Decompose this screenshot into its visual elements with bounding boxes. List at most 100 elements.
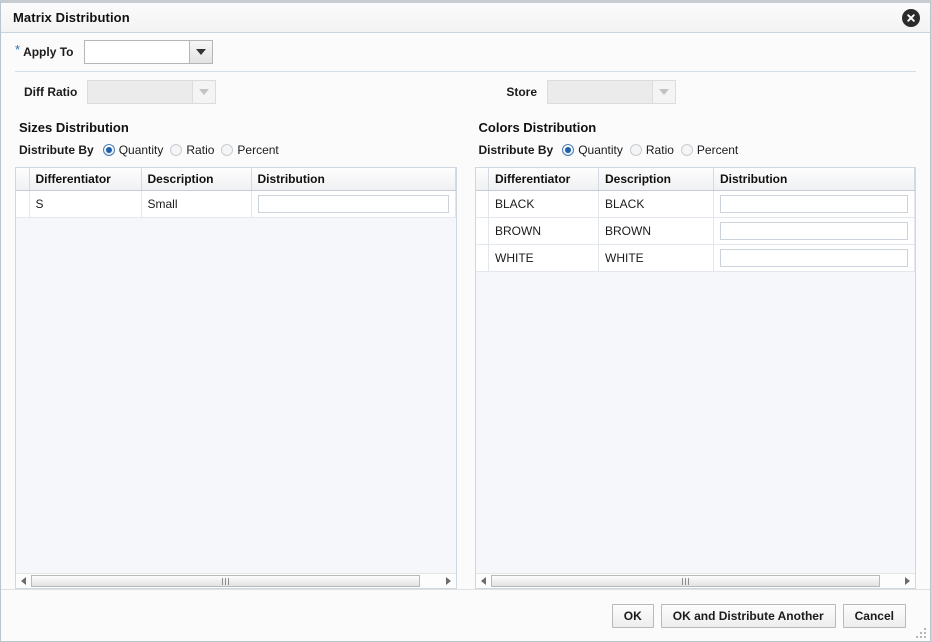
cell-differentiator: S xyxy=(29,191,141,218)
radio-unselected-icon xyxy=(170,144,182,156)
distribution-input[interactable] xyxy=(720,195,908,213)
matrix-distribution-dialog: Matrix Distribution * Apply To Diff Rati… xyxy=(0,0,931,642)
radio-selected-icon xyxy=(562,144,574,156)
distribution-panels: Sizes Distribution Distribute By Quantit… xyxy=(1,112,930,589)
sizes-radio-ratio-label: Ratio xyxy=(186,143,214,157)
colors-radio-ratio-label: Ratio xyxy=(646,143,674,157)
table-header-row: Differentiator Description Distribution xyxy=(16,168,455,191)
column-header-differentiator[interactable]: Differentiator xyxy=(29,168,141,191)
scroll-right-arrow-icon[interactable] xyxy=(441,574,456,588)
cell-differentiator: BROWN xyxy=(489,218,599,245)
ok-button[interactable]: OK xyxy=(612,604,654,628)
column-header-description[interactable]: Description xyxy=(141,168,251,191)
row-selector-header xyxy=(476,168,489,191)
sizes-radio-percent[interactable]: Percent xyxy=(221,143,278,157)
table-row[interactable]: BROWN BROWN xyxy=(476,218,915,245)
cancel-button[interactable]: Cancel xyxy=(843,604,906,628)
table-row[interactable]: S Small xyxy=(16,191,455,218)
cell-description: BROWN xyxy=(599,218,714,245)
table-header-row: Differentiator Description Distribution xyxy=(476,168,915,191)
diff-ratio-lov xyxy=(87,80,216,104)
distribution-input[interactable] xyxy=(720,249,908,267)
dialog-title: Matrix Distribution xyxy=(13,10,130,25)
dialog-footer: OK OK and Distribute Another Cancel xyxy=(1,589,930,641)
required-marker-icon: * xyxy=(15,43,20,56)
row-selector-header xyxy=(16,168,29,191)
scrollbar-thumb[interactable] xyxy=(31,575,420,587)
store-dropdown-button xyxy=(652,80,676,104)
row-selector-cell[interactable] xyxy=(16,191,29,218)
colors-distribution-panel: Colors Distribution Distribute By Quanti… xyxy=(475,112,917,589)
grip-icon xyxy=(682,578,689,585)
chevron-down-icon xyxy=(659,89,669,95)
apply-to-row: * Apply To xyxy=(1,33,930,71)
cell-distribution[interactable] xyxy=(714,245,915,272)
close-icon[interactable] xyxy=(902,9,920,27)
table-row[interactable]: BLACK BLACK xyxy=(476,191,915,218)
row-selector-cell[interactable] xyxy=(476,218,489,245)
scroll-right-arrow-icon[interactable] xyxy=(900,574,915,588)
colors-radio-ratio[interactable]: Ratio xyxy=(630,143,674,157)
scrollbar-track[interactable] xyxy=(31,574,441,588)
apply-to-lov[interactable] xyxy=(84,40,213,64)
row-selector-cell[interactable] xyxy=(476,245,489,272)
colors-table-container: Differentiator Description Distribution … xyxy=(475,167,917,589)
scroll-left-arrow-icon[interactable] xyxy=(476,574,491,588)
cell-distribution[interactable] xyxy=(714,218,915,245)
row-selector-cell[interactable] xyxy=(476,191,489,218)
grip-icon xyxy=(222,578,229,585)
sizes-table: Differentiator Description Distribution … xyxy=(16,168,456,218)
column-header-distribution[interactable]: Distribution xyxy=(251,168,455,191)
sizes-horizontal-scrollbar[interactable] xyxy=(16,573,456,588)
radio-unselected-icon xyxy=(681,144,693,156)
sizes-panel-title: Sizes Distribution xyxy=(15,112,457,141)
chevron-down-icon xyxy=(196,49,206,55)
cell-distribution[interactable] xyxy=(251,191,455,218)
diff-ratio-dropdown-button xyxy=(192,80,216,104)
scroll-left-arrow-icon[interactable] xyxy=(16,574,31,588)
colors-distribute-by-group: Distribute By Quantity Ratio Percent xyxy=(475,141,917,167)
diff-ratio-store-row: Diff Ratio Store xyxy=(1,72,930,112)
sizes-radio-percent-label: Percent xyxy=(237,143,278,157)
sizes-distribute-by-group: Distribute By Quantity Ratio Percent xyxy=(15,141,457,167)
cell-distribution[interactable] xyxy=(714,191,915,218)
chevron-down-icon xyxy=(199,89,209,95)
sizes-radio-ratio[interactable]: Ratio xyxy=(170,143,214,157)
cell-differentiator: WHITE xyxy=(489,245,599,272)
apply-to-input[interactable] xyxy=(84,40,189,64)
colors-horizontal-scrollbar[interactable] xyxy=(476,573,916,588)
scrollbar-thumb[interactable] xyxy=(491,575,880,587)
dialog-titlebar: Matrix Distribution xyxy=(1,3,930,33)
colors-panel-title: Colors Distribution xyxy=(475,112,917,141)
radio-unselected-icon xyxy=(630,144,642,156)
resize-grip-icon[interactable] xyxy=(914,626,926,638)
colors-radio-percent-label: Percent xyxy=(697,143,738,157)
sizes-table-container: Differentiator Description Distribution … xyxy=(15,167,457,589)
colors-table-empty-area xyxy=(476,272,916,573)
dialog-form-area: * Apply To Diff Ratio Store xyxy=(1,33,930,112)
sizes-distribute-by-label: Distribute By xyxy=(19,143,94,157)
radio-selected-icon xyxy=(103,144,115,156)
column-header-distribution[interactable]: Distribution xyxy=(714,168,915,191)
sizes-radio-quantity[interactable]: Quantity xyxy=(103,143,164,157)
scrollbar-track[interactable] xyxy=(491,574,901,588)
distribution-input[interactable] xyxy=(258,195,449,213)
apply-to-label: Apply To xyxy=(23,45,73,59)
column-header-description[interactable]: Description xyxy=(599,168,714,191)
apply-to-dropdown-button[interactable] xyxy=(189,40,213,64)
table-row[interactable]: WHITE WHITE xyxy=(476,245,915,272)
diff-ratio-label: Diff Ratio xyxy=(15,85,77,99)
ok-and-distribute-another-button[interactable]: OK and Distribute Another xyxy=(661,604,836,628)
cell-description: WHITE xyxy=(599,245,714,272)
distribution-input[interactable] xyxy=(720,222,908,240)
cell-description: BLACK xyxy=(599,191,714,218)
sizes-distribution-panel: Sizes Distribution Distribute By Quantit… xyxy=(15,112,457,589)
colors-radio-percent[interactable]: Percent xyxy=(681,143,738,157)
radio-unselected-icon xyxy=(221,144,233,156)
cell-description: Small xyxy=(141,191,251,218)
store-input xyxy=(547,80,652,104)
sizes-radio-quantity-label: Quantity xyxy=(119,143,164,157)
colors-radio-quantity[interactable]: Quantity xyxy=(562,143,623,157)
colors-distribute-by-label: Distribute By xyxy=(479,143,554,157)
column-header-differentiator[interactable]: Differentiator xyxy=(489,168,599,191)
